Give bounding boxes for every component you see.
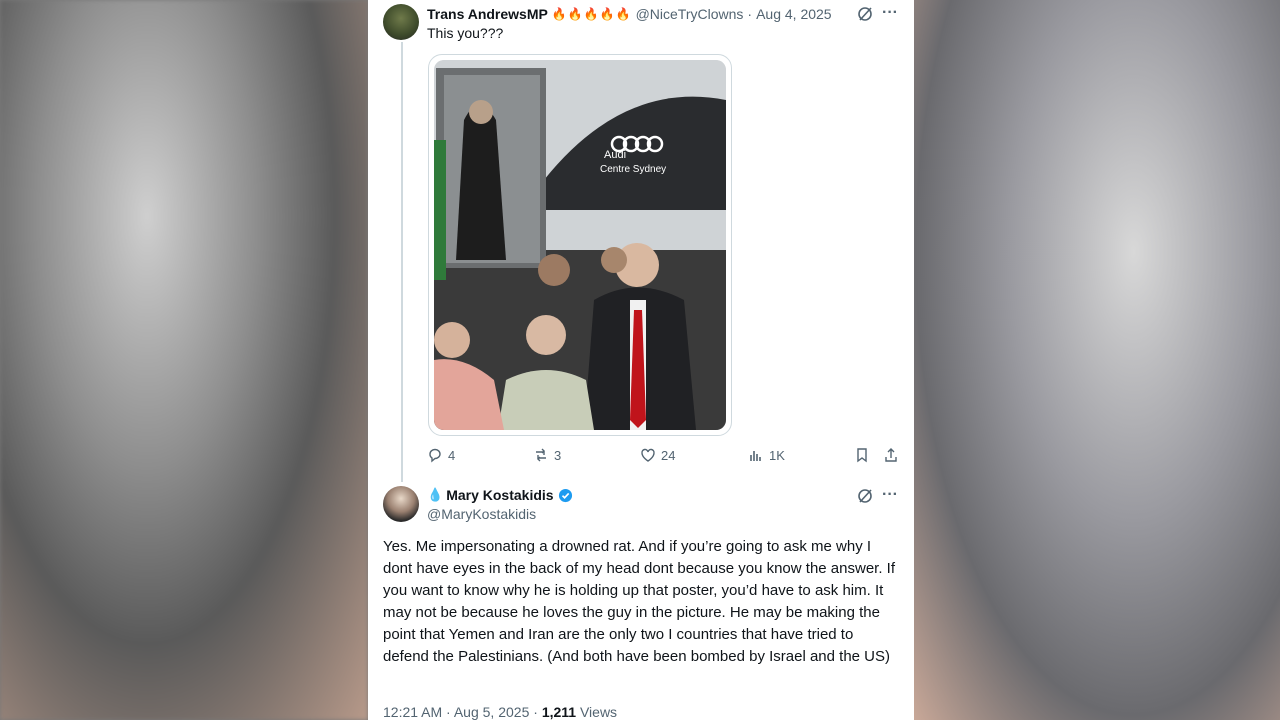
grok-icon[interactable] xyxy=(857,6,873,26)
reply-header: 💧 Mary Kostakidis xyxy=(427,487,573,503)
reply-count: 4 xyxy=(448,447,456,463)
separator-dot: · xyxy=(533,704,538,720)
name-emojis: 🔥🔥🔥🔥🔥 xyxy=(551,7,632,21)
views-button[interactable]: 1K xyxy=(748,447,785,463)
name-prefix-emoji: 💧 xyxy=(427,487,444,502)
protest-photo: Audi Centre Sydney xyxy=(434,60,726,430)
tweet-header: Trans AndrewsMP 🔥🔥🔥🔥🔥 @NiceTryClowns · A… xyxy=(427,6,832,22)
reply-icon xyxy=(429,448,441,463)
share-button[interactable] xyxy=(883,447,904,463)
avatar[interactable] xyxy=(383,486,419,522)
thread-connector-line xyxy=(401,42,403,482)
verified-badge-icon xyxy=(558,488,573,503)
tweet-thread-card: Trans AndrewsMP 🔥🔥🔥🔥🔥 @NiceTryClowns · A… xyxy=(368,0,914,720)
reply-time[interactable]: 12:21 AM xyxy=(383,704,442,720)
separator-dot: · xyxy=(446,704,451,720)
separator-dot: · xyxy=(747,6,753,22)
blurred-background-left xyxy=(0,0,368,720)
bookmark-button[interactable] xyxy=(854,447,875,463)
display-name[interactable]: Trans AndrewsMP xyxy=(427,6,548,22)
like-count: 24 xyxy=(661,447,676,463)
repost-button[interactable]: 3 xyxy=(533,447,561,463)
bookmark-icon xyxy=(857,448,867,463)
blurred-background-right xyxy=(914,0,1280,720)
repost-icon xyxy=(536,448,546,462)
tweet-text: This you??? xyxy=(427,25,504,41)
handle[interactable]: @MaryKostakidis xyxy=(427,506,536,522)
share-icon xyxy=(885,448,897,462)
reply-meta: 12:21 AM · Aug 5, 2025 · 1,211 Views xyxy=(383,704,617,720)
avatar[interactable] xyxy=(383,4,419,40)
heart-icon xyxy=(641,448,655,462)
repost-count: 3 xyxy=(554,447,562,463)
reply-views-count: 1,211 xyxy=(541,704,577,720)
more-options-icon[interactable]: ··· xyxy=(882,487,898,503)
reply-text: Yes. Me impersonating a drowned rat. And… xyxy=(383,538,895,665)
umbrella-dealer-text: Centre Sydney xyxy=(600,164,666,175)
reply-date[interactable]: Aug 5, 2025 xyxy=(454,704,530,720)
tweet-date[interactable]: Aug 4, 2025 xyxy=(756,6,832,22)
handle[interactable]: @NiceTryClowns xyxy=(636,6,744,22)
views-count: 1K xyxy=(769,447,785,463)
like-button[interactable]: 24 xyxy=(640,447,675,463)
more-options-icon[interactable]: ··· xyxy=(882,5,898,21)
grok-icon[interactable] xyxy=(857,488,873,508)
analytics-icon xyxy=(750,451,761,461)
display-name[interactable]: Mary Kostakidis xyxy=(446,487,553,503)
reply-views-label: Views xyxy=(579,704,618,720)
reply-button[interactable]: 4 xyxy=(427,447,455,463)
tweet-media[interactable]: Audi Centre Sydney xyxy=(428,54,732,436)
